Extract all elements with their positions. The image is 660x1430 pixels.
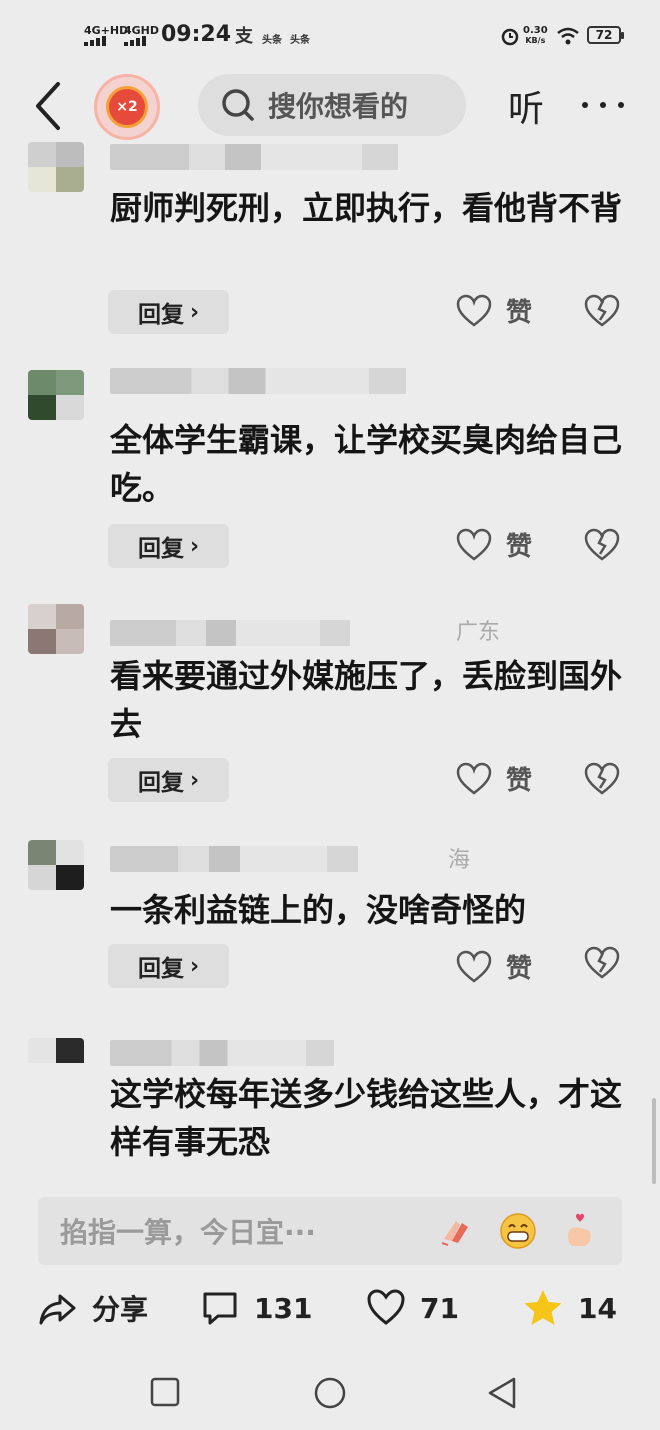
username-blurred[interactable] bbox=[110, 620, 410, 646]
share-label: 分享 bbox=[92, 1293, 149, 1326]
bottom-action-bar: 分享 131 71 14 bbox=[0, 1280, 660, 1340]
reward-badge[interactable]: ×2 bbox=[94, 74, 160, 140]
reward-badge-label: ×2 bbox=[106, 86, 148, 128]
reply-button[interactable]: 回复 › bbox=[108, 944, 229, 988]
favorite-button[interactable]: 14 bbox=[522, 1288, 617, 1328]
like-count: 71 bbox=[420, 1291, 459, 1325]
like-label: 赞 bbox=[506, 954, 533, 984]
like-button[interactable]: 赞 bbox=[456, 292, 532, 329]
like-label: 赞 bbox=[506, 766, 533, 796]
comment-count: 131 bbox=[254, 1291, 313, 1325]
broken-heart-icon[interactable] bbox=[584, 294, 620, 328]
comment-input[interactable]: 掐指一算，今日宜··· bbox=[38, 1197, 622, 1265]
user-location: 海 bbox=[448, 848, 471, 873]
broken-heart-icon[interactable] bbox=[584, 946, 620, 980]
avatar[interactable] bbox=[28, 142, 84, 192]
network-indicator-1: 4G+HD bbox=[84, 24, 129, 48]
like-button[interactable]: 赞 bbox=[456, 526, 532, 563]
avatar[interactable] bbox=[28, 604, 84, 654]
like-label: 赞 bbox=[506, 532, 533, 562]
share-icon bbox=[39, 1294, 76, 1325]
home-icon[interactable] bbox=[313, 1376, 347, 1410]
reply-label: 回复 bbox=[137, 770, 184, 796]
back-arrow-icon[interactable] bbox=[28, 78, 72, 134]
heart-outline-icon bbox=[367, 1289, 405, 1325]
favorite-count: 14 bbox=[578, 1291, 617, 1325]
reply-button[interactable]: 回复 › bbox=[108, 290, 229, 334]
username-blurred[interactable] bbox=[110, 368, 480, 394]
user-location: 广东 bbox=[456, 620, 501, 645]
scrollbar[interactable] bbox=[652, 1098, 656, 1184]
more-options-icon[interactable] bbox=[578, 84, 628, 124]
top-bar: ×2 搜你想看的 听 bbox=[0, 66, 660, 146]
reply-label: 回复 bbox=[137, 536, 184, 562]
back-triangle-icon[interactable] bbox=[486, 1376, 518, 1410]
network-speed: 0.30 KB/s bbox=[523, 26, 548, 46]
status-bar: 4G+HD 4GHD 09:24 支 头条 头条 0.30 KB/s 72 bbox=[0, 0, 660, 70]
comment-bubble-icon bbox=[203, 1292, 237, 1325]
avatar[interactable] bbox=[28, 370, 84, 420]
recent-apps-icon[interactable] bbox=[149, 1376, 181, 1408]
reply-label: 回复 bbox=[137, 956, 184, 982]
grin-emoji-icon[interactable] bbox=[498, 1211, 538, 1251]
username-blurred[interactable] bbox=[110, 144, 470, 170]
username-blurred[interactable] bbox=[110, 846, 420, 872]
finger-heart-emoji-icon[interactable] bbox=[560, 1211, 600, 1251]
battery-indicator: 72 bbox=[587, 26, 624, 44]
heart-outline-icon bbox=[456, 294, 492, 327]
speed-value: 0.30 bbox=[523, 25, 548, 36]
avatar[interactable] bbox=[28, 840, 84, 890]
like-button[interactable]: 赞 bbox=[456, 760, 532, 797]
avatar[interactable] bbox=[28, 1038, 84, 1068]
username-blurred[interactable] bbox=[110, 1040, 390, 1066]
clock: 09:24 bbox=[161, 22, 232, 47]
alarm-icon bbox=[501, 28, 519, 46]
broken-heart-icon[interactable] bbox=[584, 528, 620, 562]
toutiao-notification-icon: 头条 bbox=[262, 35, 282, 46]
like-label: 赞 bbox=[506, 298, 533, 328]
alipay-notification-icon: 支 bbox=[235, 26, 253, 47]
broken-heart-icon[interactable] bbox=[584, 762, 620, 796]
network-indicator-2: 4GHD bbox=[124, 24, 160, 48]
wifi-icon bbox=[557, 27, 579, 45]
comments-button[interactable]: 131 bbox=[200, 1288, 312, 1328]
search-box[interactable]: 搜你想看的 bbox=[198, 74, 466, 136]
share-button[interactable]: 分享 bbox=[38, 1288, 148, 1328]
signal-icon bbox=[124, 36, 146, 46]
comment-text: 看来要通过外媒施压了，丢脸到国外去 bbox=[110, 657, 623, 743]
network-label-2: 4GHD bbox=[124, 24, 160, 37]
like-button[interactable]: 赞 bbox=[456, 948, 532, 985]
heart-outline-icon bbox=[456, 950, 492, 983]
reply-button[interactable]: 回复 › bbox=[108, 524, 229, 568]
reply-button[interactable]: 回复 › bbox=[108, 758, 229, 802]
network-label-1: 4G+HD bbox=[84, 24, 129, 37]
clap-emoji-icon[interactable] bbox=[436, 1211, 476, 1251]
toutiao-notification-icon-2: 头条 bbox=[290, 35, 310, 46]
comment-text: 全体学生霸课，让学校买臭肉给自己吃。 bbox=[110, 421, 623, 507]
star-filled-icon bbox=[524, 1290, 562, 1325]
speed-unit: KB/s bbox=[525, 36, 546, 45]
comment-text: 这学校每年送多少钱给这些人，才这样有事无恐 bbox=[110, 1075, 623, 1161]
heart-outline-icon bbox=[456, 528, 492, 561]
heart-outline-icon bbox=[456, 762, 492, 795]
listen-button[interactable]: 听 bbox=[508, 80, 544, 132]
comment-text: 一条利益链上的，没啥奇怪的 bbox=[110, 891, 527, 929]
comment-input-placeholder: 掐指一算，今日宜··· bbox=[60, 1216, 316, 1249]
search-icon bbox=[222, 89, 254, 121]
reply-label: 回复 bbox=[137, 302, 184, 328]
comment-text: 厨师判死刑，立即执行，看他背不背 bbox=[110, 189, 623, 227]
search-placeholder: 搜你想看的 bbox=[268, 90, 409, 123]
like-article-button[interactable]: 71 bbox=[366, 1288, 459, 1328]
system-navigation-bar bbox=[0, 1362, 660, 1422]
signal-icon bbox=[84, 36, 106, 46]
